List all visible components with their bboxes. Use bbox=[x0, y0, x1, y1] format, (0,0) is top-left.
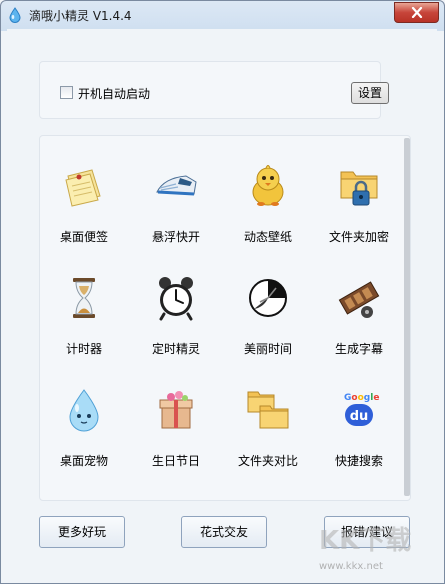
tool-label: 生日节日 bbox=[151, 454, 200, 468]
gift-box-icon bbox=[159, 391, 193, 429]
water-drop-pet-icon bbox=[69, 389, 99, 432]
tool-live-wallpaper[interactable]: 动态壁纸 bbox=[225, 146, 311, 246]
tool-folder-encrypt[interactable]: 文件夹加密 bbox=[316, 146, 402, 246]
film-strip-icon bbox=[338, 281, 380, 318]
bullet-train-icon bbox=[156, 175, 197, 196]
svg-text:du: du bbox=[350, 409, 369, 424]
tool-label: 生成字幕 bbox=[334, 342, 383, 356]
fancy-friends-button[interactable]: 花式交友 bbox=[181, 516, 267, 548]
watermark: KK下载 www.kkx.net bbox=[319, 521, 441, 579]
alarm-clock-icon bbox=[159, 277, 193, 321]
tool-beautiful-time[interactable]: 美丽时间 bbox=[225, 258, 311, 358]
tool-desktop-pet[interactable]: 桌面宠物 bbox=[41, 370, 127, 470]
tool-sticky-notes[interactable]: 桌面便签 bbox=[41, 146, 127, 246]
tool-folder-compare[interactable]: 文件夹对比 bbox=[225, 370, 311, 470]
tool-label: 美丽时间 bbox=[243, 342, 292, 356]
water-drop-app-icon bbox=[9, 7, 21, 23]
options-panel: 开机自动启动 设置 bbox=[39, 61, 389, 119]
folder-compare-icon bbox=[247, 391, 289, 429]
tool-label: 桌面宠物 bbox=[59, 454, 108, 468]
tool-float-launcher[interactable]: 悬浮快开 bbox=[133, 146, 219, 246]
more-fun-button[interactable]: 更多好玩 bbox=[39, 516, 125, 548]
svg-text:Google: Google bbox=[344, 393, 379, 403]
tool-birthdays-holidays[interactable]: 生日节日 bbox=[133, 370, 219, 470]
app-window: 滴哦小精灵 V1.4.4 开机自动启动 设置 桌面便签 悬浮快开 动态壁纸 文件… bbox=[0, 0, 445, 584]
chick-icon bbox=[252, 165, 284, 206]
client-area: 开机自动启动 设置 桌面便签 悬浮快开 动态壁纸 文件夹加密 计时器 定时精灵 … bbox=[7, 29, 437, 575]
close-icon bbox=[411, 7, 422, 18]
settings-button[interactable]: 设置 bbox=[351, 82, 389, 104]
tool-quick-search[interactable]: Google du 快捷搜索 bbox=[316, 370, 402, 470]
tool-label: 文件夹对比 bbox=[237, 454, 298, 468]
watermark-url: www.kkx.net bbox=[319, 561, 383, 572]
close-button[interactable] bbox=[394, 2, 439, 23]
tool-label: 计时器 bbox=[65, 342, 102, 356]
tool-label: 定时精灵 bbox=[151, 342, 200, 356]
hourglass-icon bbox=[73, 278, 95, 318]
sticky-note-icon bbox=[65, 169, 101, 207]
tool-label: 动态壁纸 bbox=[243, 230, 292, 244]
tool-generate-subtitles[interactable]: 生成字幕 bbox=[316, 258, 402, 358]
autostart-checkbox[interactable] bbox=[60, 86, 73, 99]
tool-timer[interactable]: 计时器 bbox=[41, 258, 127, 358]
tool-label: 快捷搜索 bbox=[334, 454, 383, 468]
clock-face-icon bbox=[249, 279, 287, 317]
autostart-label[interactable]: 开机自动启动 bbox=[78, 85, 150, 102]
window-title: 滴哦小精灵 V1.4.4 bbox=[29, 9, 132, 23]
tool-label: 悬浮快开 bbox=[151, 230, 200, 244]
tool-label: 桌面便签 bbox=[59, 230, 108, 244]
folder-lock-icon bbox=[340, 171, 378, 206]
tool-label: 文件夹加密 bbox=[328, 230, 389, 244]
tool-scheduled-tasks[interactable]: 定时精灵 bbox=[133, 258, 219, 358]
title-bar[interactable]: 滴哦小精灵 V1.4.4 bbox=[1, 1, 444, 29]
watermark-logo: KK下载 bbox=[319, 526, 412, 556]
scrollbar[interactable] bbox=[404, 138, 410, 496]
baidu-search-icon: Google du bbox=[344, 393, 379, 426]
tools-grid-panel: 桌面便签 悬浮快开 动态壁纸 文件夹加密 计时器 定时精灵 美丽时间 生成字幕 … bbox=[39, 135, 411, 501]
